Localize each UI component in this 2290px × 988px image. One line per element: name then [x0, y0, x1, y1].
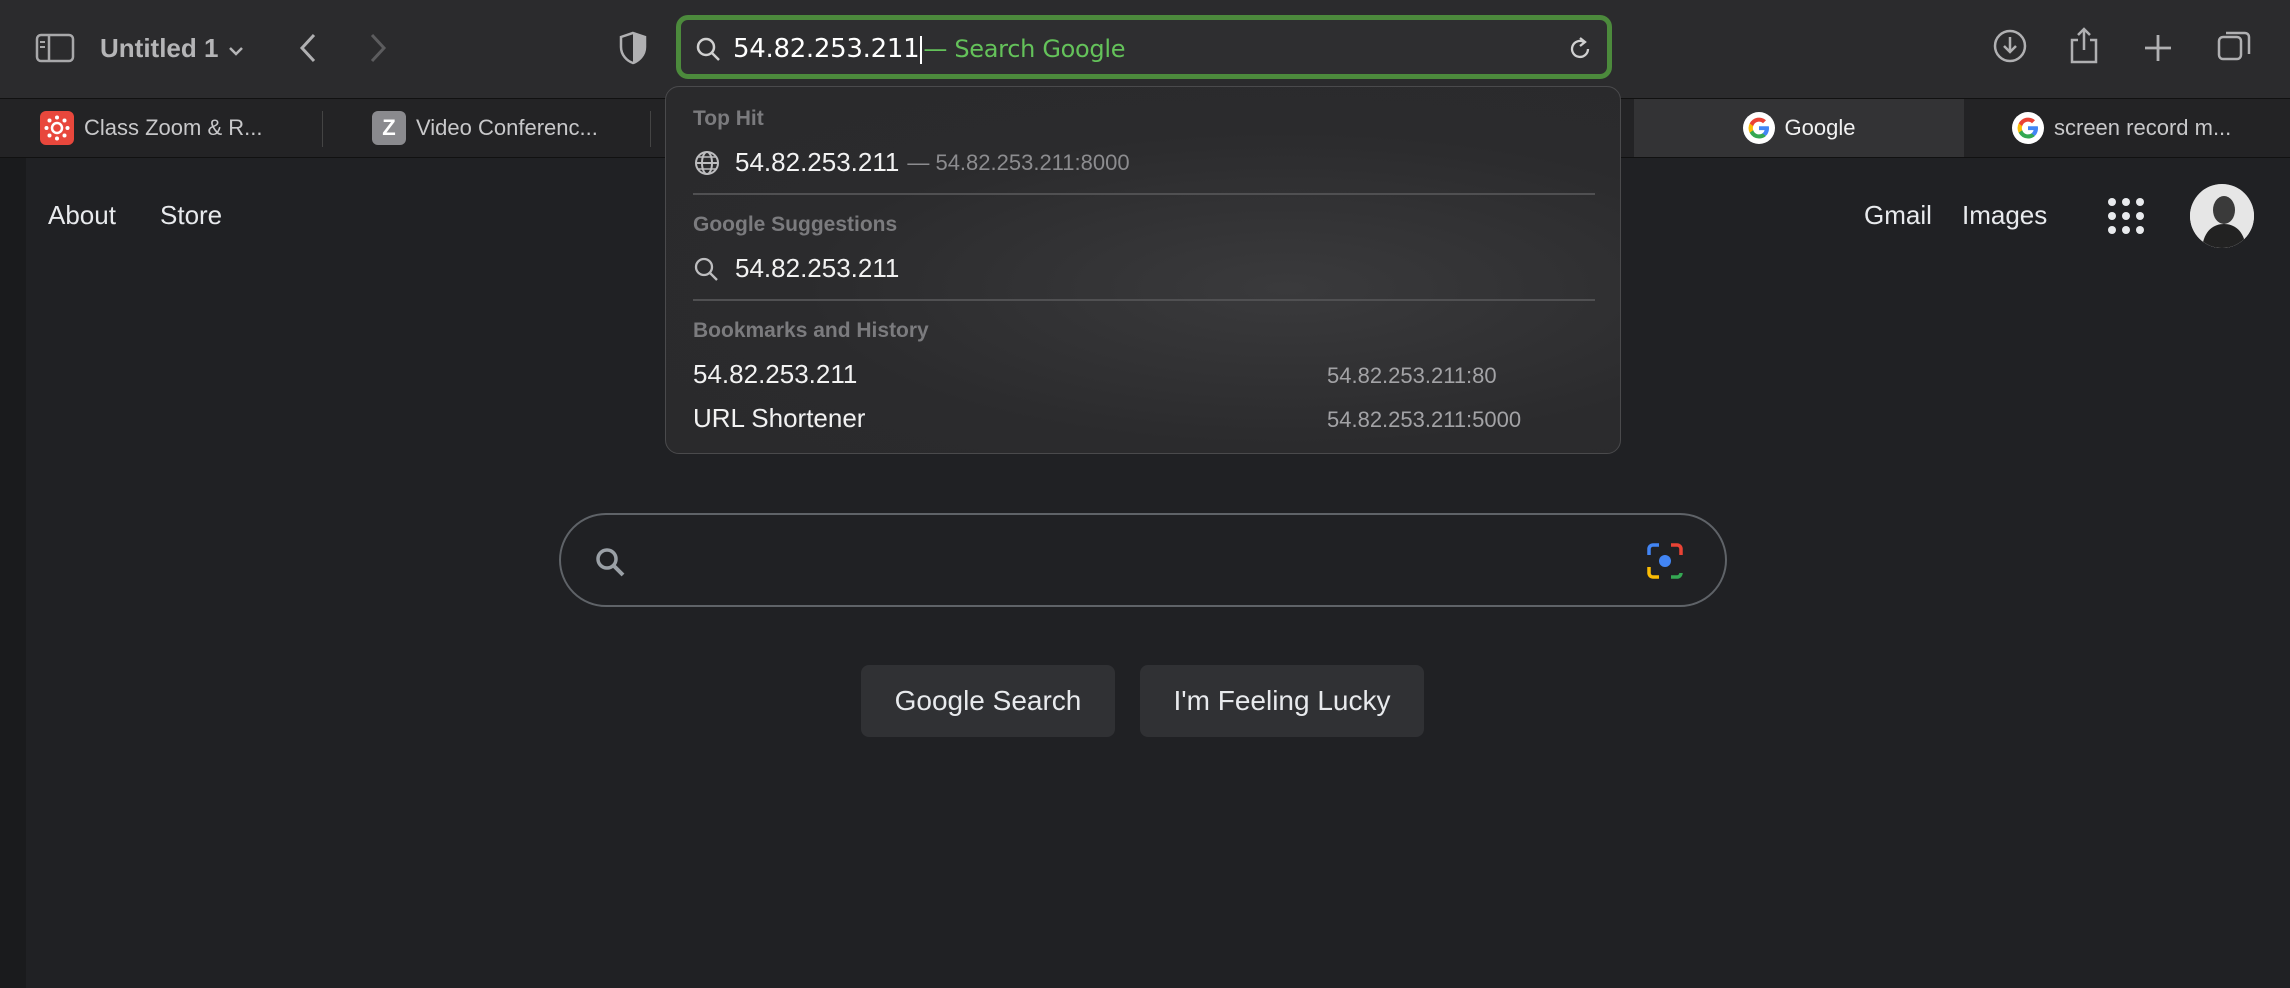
history-item-url: 54.82.253.211:5000: [1327, 407, 1522, 432]
page-left-edge: [0, 158, 26, 988]
history-item-url: 54.82.253.211:80: [1327, 363, 1497, 388]
avatar[interactable]: [2190, 184, 2254, 248]
window-title: Untitled 1: [100, 32, 219, 63]
top-hit-address: 54.82.253.211: [735, 147, 900, 177]
address-suggestions-dropdown: Top Hit 54.82.253.211 — 54.82.253.211:80…: [665, 86, 1621, 454]
tab-screen-record[interactable]: screen record m...: [2012, 99, 2282, 157]
top-hit-item[interactable]: 54.82.253.211 — 54.82.253.211:8000: [693, 147, 1130, 178]
tab-group-selector[interactable]: Untitled 1: [100, 28, 244, 68]
search-icon: [695, 36, 721, 67]
images-link[interactable]: Images: [1962, 200, 2047, 231]
address-completion-hint: — Search Google: [923, 35, 1126, 63]
tab-divider: [322, 111, 323, 147]
google-search-button[interactable]: Google Search: [861, 665, 1115, 737]
tab-class-zoom[interactable]: Class Zoom & R...: [40, 99, 320, 157]
google-search-box[interactable]: [559, 513, 1727, 607]
tab-divider: [650, 111, 651, 147]
section-title-bookmarks-history: Bookmarks and History: [693, 319, 929, 342]
google-lens-icon[interactable]: [1645, 541, 1685, 586]
suggestion-text: 54.82.253.211: [735, 253, 900, 283]
suggestion-item[interactable]: 54.82.253.211: [693, 253, 899, 284]
top-hit-detail: — 54.82.253.211:8000: [907, 149, 1130, 175]
tab-label: Video Conferenc...: [416, 115, 598, 140]
google-g-icon: [2012, 112, 2044, 144]
new-tab-icon[interactable]: [2138, 28, 2178, 68]
store-link[interactable]: Store: [160, 200, 222, 231]
address-bar[interactable]: 54.82.253.211— Search Google: [676, 15, 1612, 79]
reload-icon[interactable]: [1567, 36, 1593, 67]
section-title-top-hit: Top Hit: [693, 107, 764, 130]
tab-label: Google: [1784, 115, 1856, 140]
z-icon: Z: [372, 111, 406, 145]
share-icon[interactable]: [2064, 24, 2104, 66]
section-divider: [693, 299, 1595, 301]
address-input[interactable]: 54.82.253.211— Search Google: [733, 34, 1125, 64]
search-icon: [593, 545, 627, 584]
privacy-shield-icon[interactable]: [616, 28, 650, 68]
downloads-icon[interactable]: [1990, 26, 2030, 66]
google-g-icon: [1742, 112, 1775, 144]
google-apps-icon[interactable]: [2108, 198, 2144, 234]
address-typed-text: 54.82.253.211: [733, 34, 920, 64]
tab-google[interactable]: Google: [1634, 99, 1964, 157]
tab-label: Class Zoom & R...: [84, 115, 263, 140]
forward-button[interactable]: [362, 28, 394, 68]
tab-video-conferencing[interactable]: Z Video Conferenc...: [372, 99, 648, 157]
section-divider: [693, 193, 1595, 195]
gmail-link[interactable]: Gmail: [1864, 200, 1932, 231]
sidebar-toggle-icon[interactable]: [34, 28, 76, 68]
search-icon: [693, 256, 719, 282]
globe-icon: [693, 149, 721, 177]
canvas-icon: [40, 111, 74, 145]
feeling-lucky-button[interactable]: I'm Feeling Lucky: [1140, 665, 1424, 737]
history-item-title[interactable]: URL Shortener: [693, 403, 865, 434]
section-title-google-suggestions: Google Suggestions: [693, 213, 898, 236]
history-item-title[interactable]: 54.82.253.211: [693, 359, 857, 390]
chevron-down-icon: [228, 33, 244, 64]
back-button[interactable]: [292, 28, 324, 68]
browser-toolbar: Untitled 1 54.82.253.211— Search Google: [0, 0, 2290, 98]
tab-overview-icon[interactable]: [2214, 26, 2254, 66]
tab-label: screen record m...: [2054, 115, 2232, 140]
about-link[interactable]: About: [48, 200, 116, 231]
